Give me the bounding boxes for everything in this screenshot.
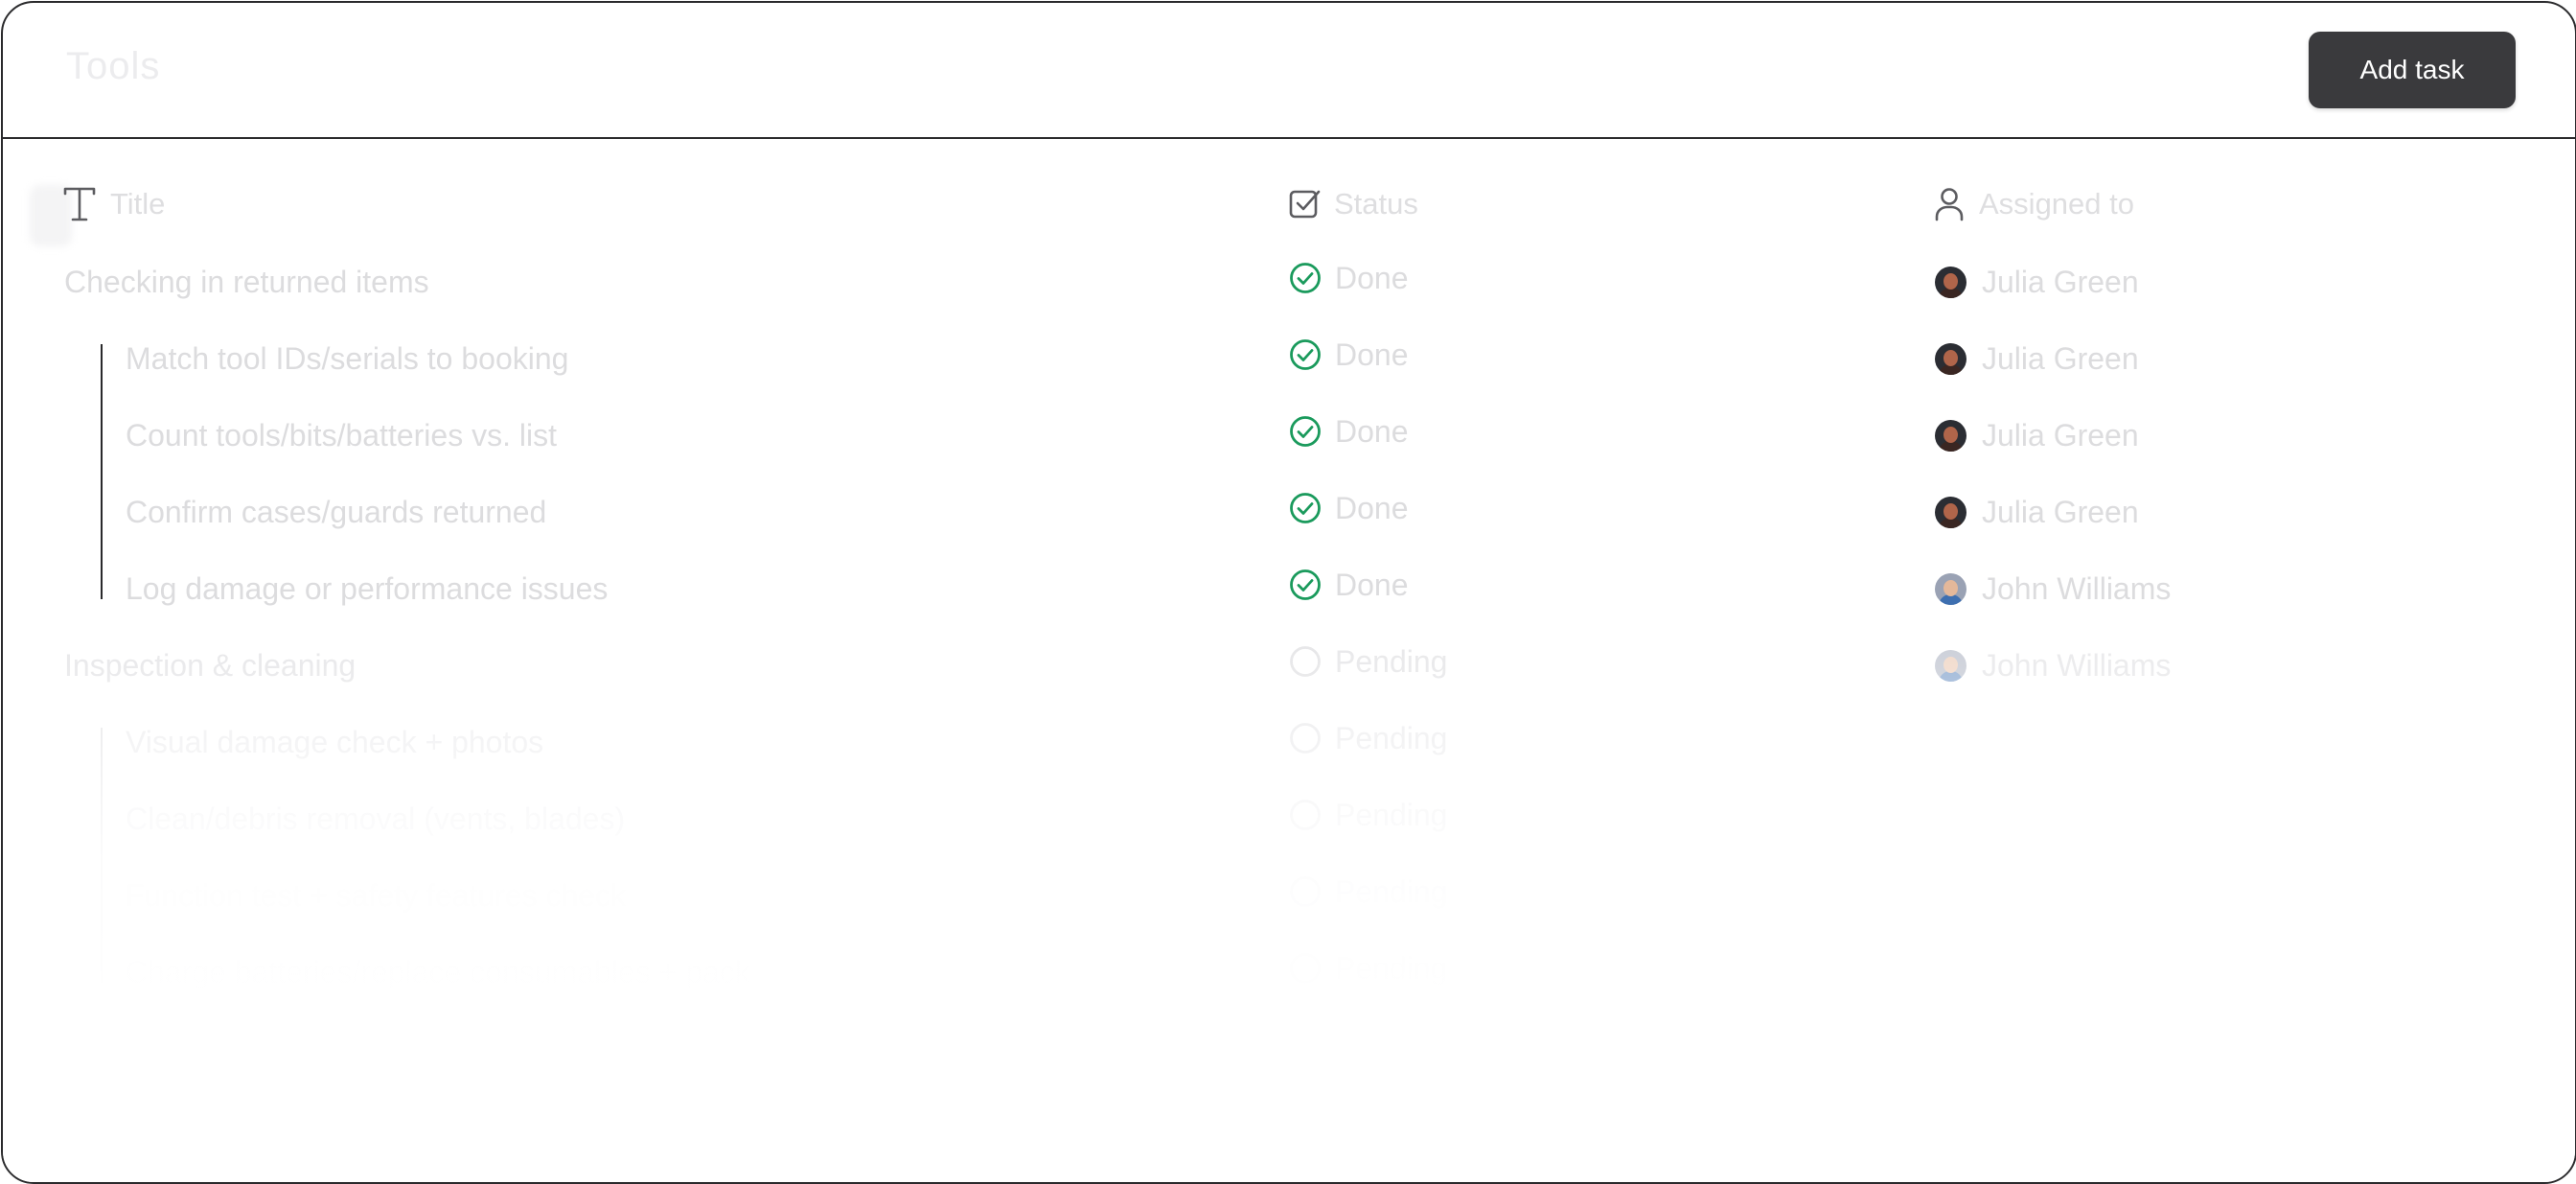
avatar: [1935, 419, 1966, 452]
avatar: [1935, 266, 1966, 298]
empty-circle-icon: [1290, 646, 1321, 677]
subtask-connector: [101, 344, 103, 599]
column-header-title[interactable]: Title: [62, 185, 165, 223]
task-title[interactable]: Inspection & cleaning: [64, 641, 356, 689]
column-header-assigned[interactable]: Assigned to: [1933, 185, 2134, 223]
add-task-button[interactable]: Add task: [2309, 32, 2516, 108]
assignee-cell[interactable]: Julia Green: [1935, 335, 2139, 383]
assignee-name: Julia Green: [1982, 340, 2139, 376]
status-cell[interactable]: Done: [1289, 561, 1409, 609]
assignee-name: Julia Green: [1982, 264, 2139, 299]
status-cell[interactable]: Pending: [1289, 791, 1447, 839]
status-label: Pending: [1335, 797, 1448, 832]
assignee-cell[interactable]: Julia Green: [1935, 258, 2139, 306]
status-cell[interactable]: Pending: [1289, 868, 1447, 916]
status-cell[interactable]: Pending: [1289, 638, 1447, 685]
empty-circle-icon: [1290, 800, 1321, 830]
avatar: [1935, 496, 1966, 528]
status-cell[interactable]: Done: [1289, 407, 1409, 455]
app-window: Tools Add task Title Status Assigned to …: [1, 1, 2576, 1184]
checkbox-icon: [1289, 190, 1321, 219]
subtask-title[interactable]: Charge batteries/replace consumables + p…: [126, 948, 750, 996]
task-title[interactable]: Checking in returned items: [64, 258, 429, 306]
status-cell[interactable]: Done: [1289, 484, 1409, 532]
status-cell[interactable]: Done: [1289, 331, 1409, 379]
status-label: Pending: [1335, 950, 1448, 986]
assignee-cell[interactable]: John Williams: [1935, 565, 2171, 613]
check-circle-icon: [1290, 339, 1321, 370]
status-label: Done: [1335, 260, 1409, 295]
subtask-title[interactable]: Count tools/bits/batteries vs. list: [126, 411, 557, 459]
column-status-label: Status: [1334, 187, 1418, 221]
subtask-title[interactable]: Visual damage check + photos: [126, 718, 543, 766]
status-label: Done: [1335, 490, 1409, 525]
subtask-title[interactable]: Log damage or performance issues: [126, 565, 608, 613]
subtask-title[interactable]: Match tool IDs/serials to booking: [126, 335, 568, 383]
header: Tools Add task: [3, 3, 2575, 139]
status-label: Pending: [1335, 720, 1448, 755]
check-circle-icon: [1290, 416, 1321, 447]
status-cell[interactable]: Pending: [1289, 714, 1447, 762]
subtask-title[interactable]: Clean/debris removal (vents, blades): [126, 795, 625, 843]
check-circle-icon: [1290, 263, 1321, 293]
column-assigned-label: Assigned to: [1979, 187, 2134, 221]
check-circle-icon: [1290, 569, 1321, 600]
status-label: Done: [1335, 337, 1409, 372]
text-type-icon: [63, 187, 96, 221]
status-label: Pending: [1335, 873, 1448, 909]
assignee-cell[interactable]: John Williams: [1935, 641, 2171, 689]
check-circle-icon: [1290, 493, 1321, 523]
status-cell[interactable]: Done: [1289, 254, 1409, 302]
assignee-cell[interactable]: Julia Green: [1935, 488, 2139, 536]
assignee-cell[interactable]: Julia Green: [1935, 411, 2139, 459]
empty-circle-icon: [1290, 953, 1321, 984]
assignee-name: Julia Green: [1982, 417, 2139, 453]
status-label: Done: [1335, 413, 1409, 449]
empty-circle-icon: [1290, 876, 1321, 907]
assignee-name: Julia Green: [1982, 494, 2139, 529]
status-label: Pending: [1335, 643, 1448, 679]
subtask-title[interactable]: Function test + safety features check: [126, 871, 626, 919]
column-title-label: Title: [110, 187, 166, 221]
assignee-name: John Williams: [1982, 647, 2172, 683]
status-label: Done: [1335, 567, 1409, 602]
user-icon: [1935, 188, 1964, 221]
assignee-name: John Williams: [1982, 570, 2172, 606]
subtask-title[interactable]: Confirm cases/guards returned: [126, 488, 546, 536]
avatar: [1935, 572, 1966, 605]
app-logo: Tools: [66, 45, 161, 87]
avatar: [1935, 649, 1966, 682]
empty-circle-icon: [1290, 723, 1321, 754]
avatar: [1935, 342, 1966, 375]
column-header-status[interactable]: Status: [1288, 185, 1418, 223]
status-cell[interactable]: Pending: [1289, 944, 1447, 992]
subtask-connector: [101, 728, 103, 983]
